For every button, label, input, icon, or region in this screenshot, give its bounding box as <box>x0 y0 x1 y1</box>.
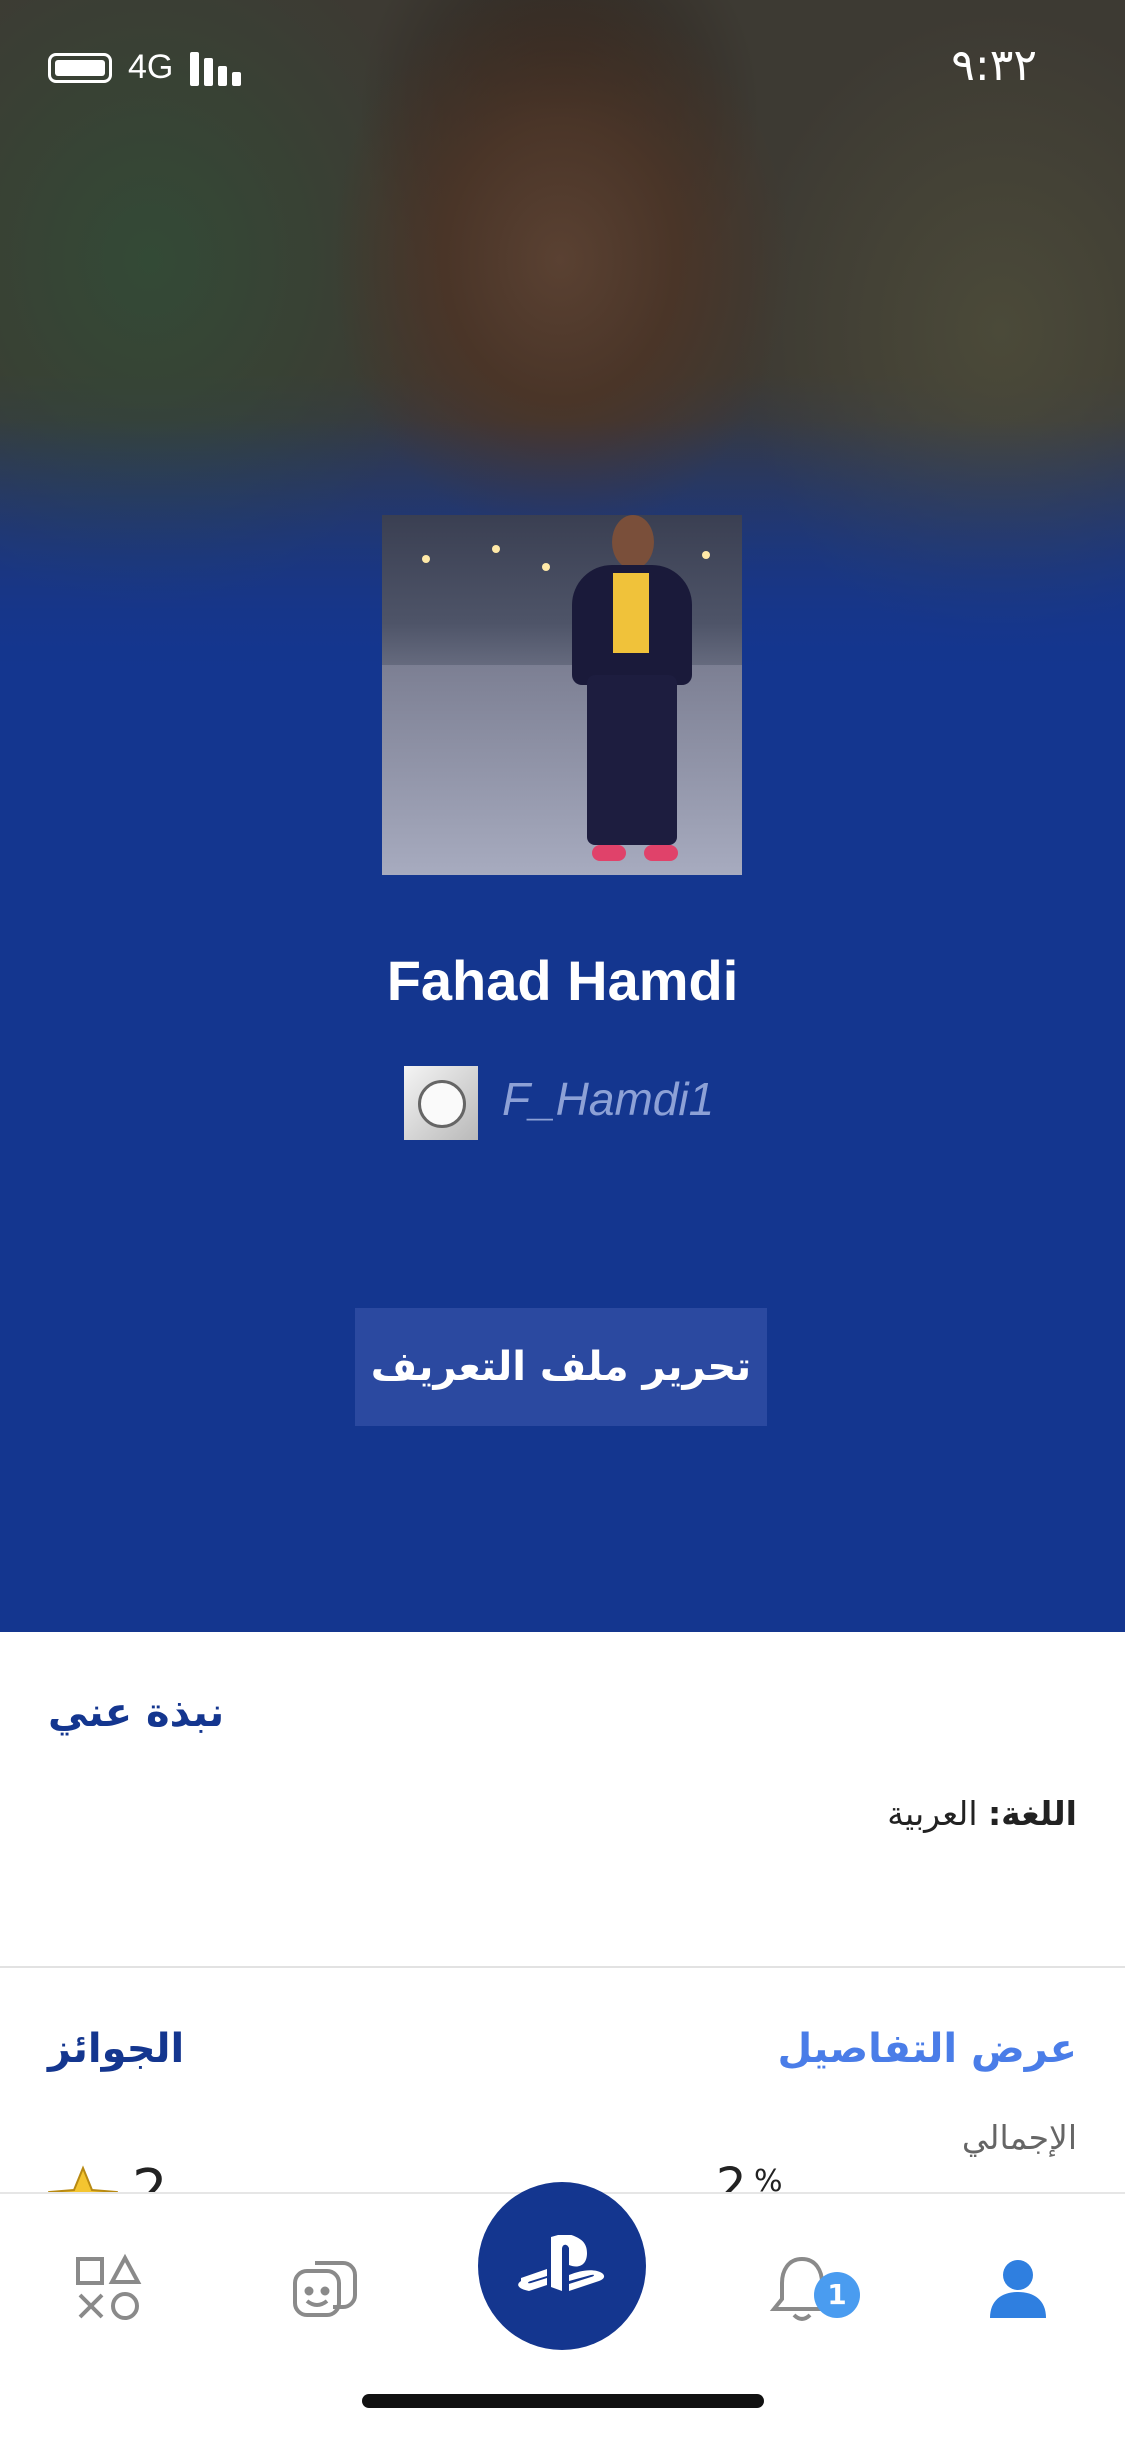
playstation-button[interactable] <box>478 2182 646 2350</box>
tab-games[interactable] <box>38 2194 178 2384</box>
edit-profile-button[interactable]: تحرير ملف التعريف <box>355 1308 767 1426</box>
language-value: العربية <box>887 1794 978 1833</box>
clock: ٩:٣٢ <box>951 40 1037 91</box>
network-type: 4G <box>128 48 174 86</box>
notifications-badge: 1 <box>814 2272 860 2318</box>
playstation-icon <box>518 2235 605 2291</box>
friends-icon <box>293 2261 357 2317</box>
online-id-avatar <box>404 1066 478 1140</box>
signal-icon <box>190 52 246 86</box>
trophy-progress-percent: 2 <box>716 2158 747 2192</box>
about-section: نبذة عني اللغة: العربية <box>0 1632 1125 1966</box>
profile-header: 4G ٩:٣٢ Fahad Hamdi F_Hamdi1 تحرير ملف ا… <box>0 0 1125 1632</box>
tab-profile[interactable] <box>948 2194 1088 2384</box>
status-bar: 4G ٩:٣٢ <box>0 0 1125 135</box>
language-row: اللغة: العربية <box>887 1794 1077 1833</box>
online-id-row: F_Hamdi1 <box>0 1066 1125 1140</box>
view-details-link[interactable]: عرض التفاصيل <box>778 2026 1078 2072</box>
home-indicator <box>362 2394 764 2408</box>
profile-icon <box>990 2260 1046 2318</box>
games-icon <box>76 2253 142 2320</box>
trophy-level-icon <box>48 2165 118 2192</box>
total-label: الإجمالي <box>961 2118 1077 2157</box>
trophy-level: 2 <box>132 2158 168 2192</box>
percent-sign: % <box>754 2164 783 2192</box>
language-label: اللغة: <box>987 1794 1077 1833</box>
display-name: Fahad Hamdi <box>386 949 739 1012</box>
battery-icon <box>48 53 112 83</box>
trophies-title: الجوائز <box>48 2026 185 2072</box>
online-id: F_Hamdi1 <box>502 1073 715 1125</box>
trophies-section: الجوائز عرض التفاصيل الإجمالي 2 % 2 <box>0 1968 1125 2192</box>
tab-friends[interactable] <box>255 2194 395 2384</box>
about-title: نبذة عني <box>48 1690 225 1736</box>
tab-notifications[interactable]: 1 <box>732 2194 872 2384</box>
avatar[interactable] <box>382 515 742 875</box>
